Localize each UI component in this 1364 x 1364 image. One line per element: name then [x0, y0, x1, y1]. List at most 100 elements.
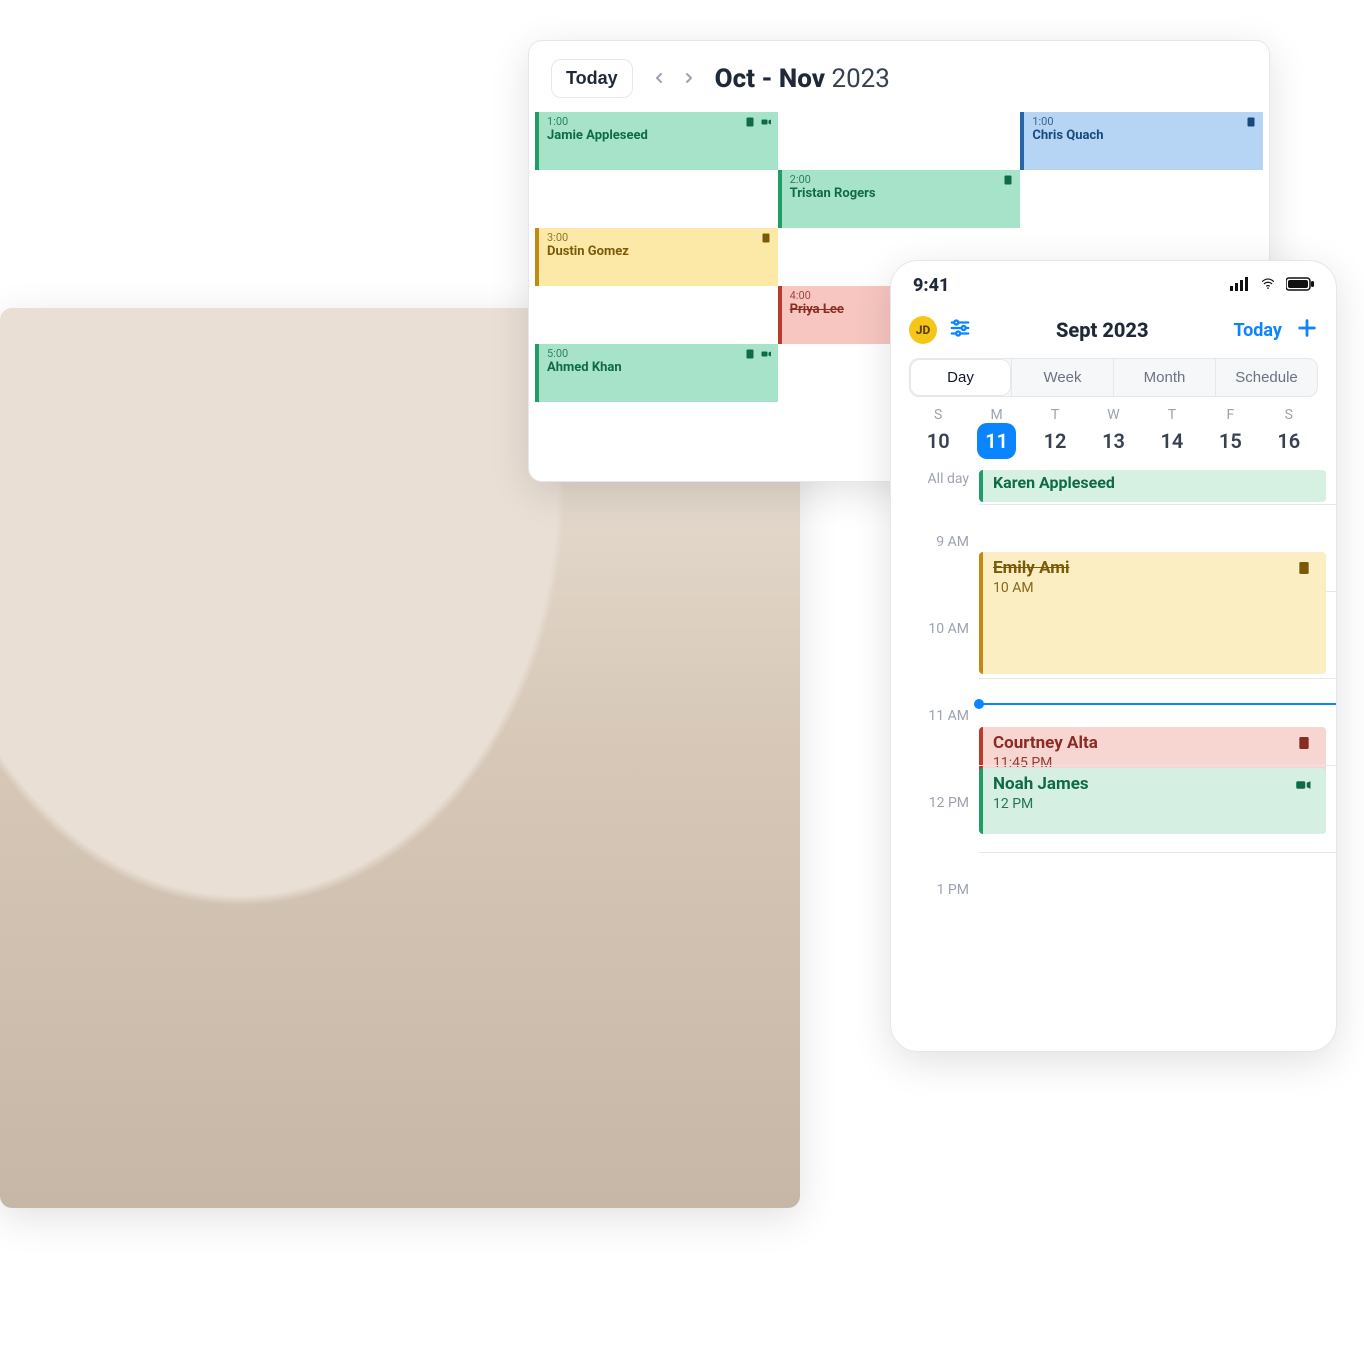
today-link[interactable]: Today	[1234, 320, 1283, 341]
event-name: Ahmed Khan	[547, 361, 770, 376]
cellular-icon	[1230, 276, 1250, 295]
view-segment: Day Week Month Schedule	[909, 358, 1318, 397]
hour-row-1pm: 1 PM	[891, 852, 1336, 939]
dow-cell: T	[1026, 407, 1084, 423]
sliders-icon	[949, 317, 971, 339]
desktop-header: Today Oct - Nov 2023	[529, 41, 1269, 112]
dow-cell: W	[1084, 407, 1142, 423]
mobile-header: JD Sept 2023 Today	[891, 310, 1336, 352]
event-time: 10 AM	[993, 580, 1316, 596]
add-button[interactable]	[1296, 317, 1318, 344]
dow-cell: S	[1260, 407, 1318, 423]
hour-row-12pm: 12 PM Noah James 12 PM	[891, 765, 1336, 852]
grid-slot: 2:00 Tristan Rogers	[778, 170, 1021, 228]
hour-label: 9 AM	[891, 504, 979, 550]
hour-row-10am: 10 AM Emily Ami 10 AM	[891, 591, 1336, 678]
event-name: Karen Appleseed	[993, 473, 1316, 492]
event-name: Chris Quach	[1032, 129, 1255, 144]
grid-slot	[535, 170, 778, 228]
note-icon	[1245, 116, 1257, 128]
note-icon	[1002, 174, 1014, 186]
date-cell[interactable]: 14	[1143, 423, 1201, 459]
date-cell[interactable]: 16	[1260, 423, 1318, 459]
hour-label: 1 PM	[891, 852, 979, 898]
note-icon	[744, 348, 756, 360]
date-cell[interactable]: 13	[1084, 423, 1142, 459]
hour-label: 11 AM	[891, 678, 979, 724]
tab-schedule[interactable]: Schedule	[1216, 359, 1317, 396]
event-ahmed[interactable]: 5:00 Ahmed Khan	[535, 344, 778, 402]
today-button[interactable]: Today	[551, 59, 633, 98]
video-icon	[760, 116, 772, 128]
grid-slot: 5:00 Ahmed Khan	[535, 344, 778, 402]
event-time: 3:00	[547, 232, 770, 245]
grid-slot	[1020, 170, 1263, 228]
hour-label: 12 PM	[891, 765, 979, 811]
event-name: Courtney Alta	[993, 733, 1316, 753]
day-schedule: All day Karen Appleseed 9 AM 10 AM Emily…	[891, 467, 1336, 939]
hour-row-11am: 11 AM Courtney Alta 11:45 PM	[891, 678, 1336, 765]
wifi-icon	[1258, 276, 1278, 295]
date-cell[interactable]: 12	[1026, 423, 1084, 459]
battery-icon	[1286, 276, 1314, 295]
grid-slot	[778, 112, 1021, 170]
tab-month[interactable]: Month	[1114, 359, 1215, 396]
dow-cell: F	[1201, 407, 1259, 423]
event-time: 2:00	[790, 174, 1013, 187]
event-dustin[interactable]: 3:00 Dustin Gomez	[535, 228, 778, 286]
note-icon	[744, 116, 756, 128]
event-karen[interactable]: Karen Appleseed	[979, 470, 1326, 502]
grid-slot	[535, 286, 778, 344]
event-time: 1:00	[1032, 116, 1255, 129]
date-cell[interactable]: 10	[909, 423, 967, 459]
nav-arrows	[647, 63, 701, 95]
dow-row: S M T W T F S	[891, 407, 1336, 423]
dow-cell: T	[1143, 407, 1201, 423]
grid-slot: 1:00 Jamie Appleseed	[535, 112, 778, 170]
event-emily[interactable]: Emily Ami 10 AM	[979, 552, 1326, 674]
event-time: 12 PM	[993, 796, 1316, 812]
mobile-title: Sept 2023	[1056, 318, 1148, 342]
chevron-left-icon	[651, 70, 667, 86]
tab-week[interactable]: Week	[1012, 359, 1113, 396]
event-name: Tristan Rogers	[790, 187, 1013, 202]
date-cell[interactable]: 15	[1201, 423, 1259, 459]
grid-slot: 3:00 Dustin Gomez	[535, 228, 778, 286]
event-jamie[interactable]: 1:00 Jamie Appleseed	[535, 112, 778, 170]
filter-button[interactable]	[949, 317, 971, 343]
event-name: Noah James	[993, 774, 1316, 794]
chevron-right-icon	[681, 70, 697, 86]
next-button[interactable]	[677, 63, 701, 95]
note-icon	[1296, 560, 1312, 580]
avatar[interactable]: JD	[909, 316, 937, 344]
allday-label: All day	[891, 467, 979, 487]
event-name: Dustin Gomez	[547, 245, 770, 260]
event-time: 1:00	[547, 116, 770, 129]
tab-day[interactable]: Day	[910, 359, 1011, 396]
video-icon	[760, 348, 772, 360]
grid-slot: 1:00 Chris Quach	[1020, 112, 1263, 170]
date-row: 10 11 12 13 14 15 16	[891, 423, 1336, 459]
event-tristan[interactable]: 2:00 Tristan Rogers	[778, 170, 1021, 228]
title-year: 2023	[831, 64, 889, 94]
event-noah[interactable]: Noah James 12 PM	[979, 768, 1326, 834]
note-icon	[1296, 735, 1312, 755]
desktop-title: Oct - Nov 2023	[715, 64, 890, 94]
mobile-calendar-card: 9:41 JD Sept 2023	[890, 260, 1337, 1052]
event-chris[interactable]: 1:00 Chris Quach	[1020, 112, 1263, 170]
dow-cell: S	[909, 407, 967, 423]
dow-cell: M	[967, 407, 1025, 423]
event-time: 5:00	[547, 348, 770, 361]
status-time: 9:41	[913, 275, 949, 296]
note-icon	[760, 232, 772, 244]
title-range: Oct - Nov	[715, 64, 825, 94]
hour-label: 10 AM	[891, 591, 979, 637]
date-cell-selected[interactable]: 11	[977, 423, 1015, 459]
plus-icon	[1296, 317, 1318, 339]
video-icon	[1294, 776, 1312, 798]
event-name: Jamie Appleseed	[547, 129, 770, 144]
prev-button[interactable]	[647, 63, 671, 95]
allday-row: All day Karen Appleseed	[891, 467, 1336, 504]
status-bar: 9:41	[891, 261, 1336, 310]
event-name: Emily Ami	[993, 558, 1316, 578]
